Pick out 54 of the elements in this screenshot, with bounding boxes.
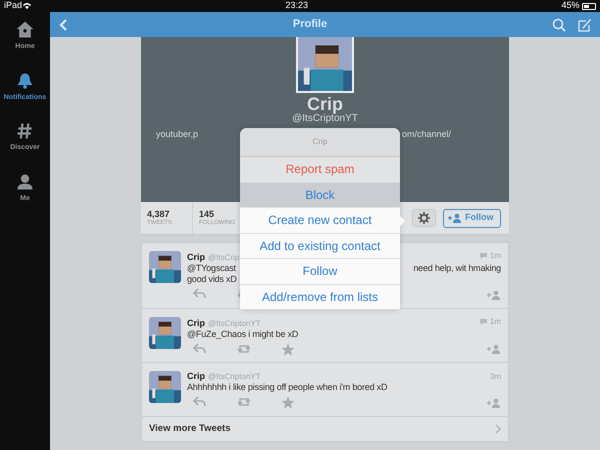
search-icon[interactable] [552, 18, 566, 32]
profile-name: Crip [307, 95, 343, 113]
follow-button[interactable]: Follow [443, 208, 501, 228]
view-more-link[interactable]: View more Tweets [149, 422, 230, 436]
tweet-author: Crip [187, 318, 205, 329]
stat-value: 4,387 [147, 210, 171, 220]
tweet-handle: @ItsCriptonYT [208, 372, 261, 382]
reply-icon[interactable] [193, 342, 207, 356]
chevron-icon [495, 424, 501, 434]
menu-item[interactable]: Block [240, 182, 400, 208]
menu-item[interactable]: Add/remove from lists [240, 284, 400, 310]
add-person-icon[interactable] [487, 344, 501, 354]
bell-icon [14, 70, 35, 90]
speech-bubble-icon [478, 252, 488, 260]
tweet-text: @TYogscast [187, 262, 237, 274]
tweet-time: 3m [490, 372, 501, 382]
tweet-text: good vids xD [187, 274, 237, 286]
settings-icon [418, 212, 430, 224]
wifi-icon [22, 2, 32, 10]
star-icon[interactable] [281, 396, 295, 410]
person-icon [15, 172, 35, 192]
tweet-text: need help, wit hmaking [413, 262, 501, 274]
tweet-time: 1m [490, 251, 501, 261]
retweet-icon[interactable] [237, 342, 251, 356]
tweet-text: @FuZe_Chaos i might be xD [187, 328, 298, 340]
device-name: iPad [4, 0, 22, 12]
battery-icon [582, 2, 596, 10]
add-person-icon[interactable] [487, 398, 501, 408]
add-person-icon [448, 213, 462, 223]
tweet-text: Ahhhhhhh i like pissing off people when i'm bored xD [187, 382, 388, 394]
battery-percent: 45% [561, 0, 580, 12]
tweet-author: Crip [187, 371, 205, 382]
screen-title: Profile [292, 17, 328, 32]
settings-button[interactable] [412, 209, 436, 227]
tweet-author: Crip [187, 252, 205, 263]
menu-item[interactable]: Follow [240, 259, 400, 284]
star-icon[interactable] [281, 342, 295, 356]
stat-value: 145 [199, 210, 216, 220]
tweet-handle: @ItsCriptonYT [208, 318, 261, 328]
tweet-handle: @ItsCrip [208, 252, 240, 262]
add-person-icon[interactable] [487, 290, 501, 300]
house-icon [15, 20, 35, 40]
compose-icon[interactable] [578, 18, 592, 32]
tweet-time: 1m [490, 316, 501, 327]
popover-title: Crip [240, 128, 400, 157]
menu-item[interactable]: Add to existing contact [240, 234, 400, 259]
popover-arrow [398, 214, 406, 228]
speech-bubble-icon [478, 318, 488, 326]
bio-text: om/channel/ [402, 128, 451, 141]
clock-time: 23:23 [284, 0, 310, 12]
profile-handle: @ItsCriptonYT [292, 113, 358, 125]
back-icon[interactable] [58, 18, 68, 32]
bio-text: youtuber,p [156, 128, 198, 141]
menu-item[interactable]: Report spam [240, 157, 400, 182]
